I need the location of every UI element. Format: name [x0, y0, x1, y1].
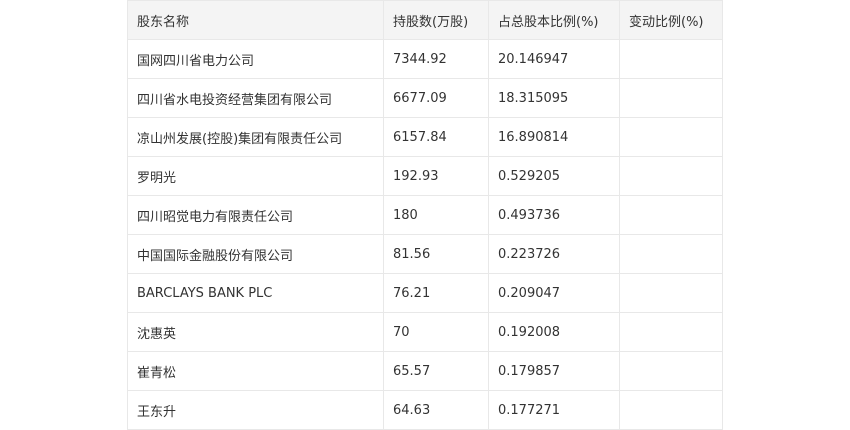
shareholder-table-container: 股东名称 持股数(万股) 占总股本比例(%) 变动比例(%) 国网四川省电力公司… — [127, 0, 723, 430]
cell-change-ratio — [619, 195, 723, 235]
cell-shareholder-name: BARCLAYS BANK PLC — [127, 273, 384, 313]
cell-shareholder-name: 四川省水电投资经营集团有限公司 — [127, 78, 384, 118]
cell-shares-held: 7344.92 — [383, 39, 489, 79]
cell-shares-held: 6677.09 — [383, 78, 489, 118]
header-shareholder-name: 股东名称 — [127, 0, 384, 40]
table-row: 国网四川省电力公司 7344.92 20.146947 — [127, 39, 723, 79]
cell-share-ratio: 0.223726 — [488, 234, 620, 274]
header-change-ratio: 变动比例(%) — [619, 0, 723, 40]
cell-shares-held: 70 — [383, 312, 489, 352]
cell-shareholder-name: 中国国际金融股份有限公司 — [127, 234, 384, 274]
cell-share-ratio: 18.315095 — [488, 78, 620, 118]
cell-share-ratio: 20.146947 — [488, 39, 620, 79]
table-row: 凉山州发展(控股)集团有限责任公司 6157.84 16.890814 — [127, 117, 723, 157]
table-row: 沈惠英 70 0.192008 — [127, 312, 723, 352]
shareholder-table: 股东名称 持股数(万股) 占总股本比例(%) 变动比例(%) 国网四川省电力公司… — [127, 0, 723, 430]
header-shares-held: 持股数(万股) — [383, 0, 489, 40]
cell-shareholder-name: 国网四川省电力公司 — [127, 39, 384, 79]
cell-change-ratio — [619, 78, 723, 118]
header-row: 股东名称 持股数(万股) 占总股本比例(%) 变动比例(%) — [127, 0, 723, 40]
cell-share-ratio: 0.493736 — [488, 195, 620, 235]
cell-shares-held: 81.56 — [383, 234, 489, 274]
cell-shares-held: 64.63 — [383, 390, 489, 430]
cell-shareholder-name: 王东升 — [127, 390, 384, 430]
table-row: 罗明光 192.93 0.529205 — [127, 156, 723, 196]
cell-change-ratio — [619, 273, 723, 313]
cell-shares-held: 76.21 — [383, 273, 489, 313]
cell-shares-held: 180 — [383, 195, 489, 235]
header-share-ratio: 占总股本比例(%) — [488, 0, 620, 40]
cell-change-ratio — [619, 390, 723, 430]
cell-shareholder-name: 罗明光 — [127, 156, 384, 196]
cell-change-ratio — [619, 234, 723, 274]
table-row: 四川昭觉电力有限责任公司 180 0.493736 — [127, 195, 723, 235]
cell-change-ratio — [619, 117, 723, 157]
cell-change-ratio — [619, 156, 723, 196]
table-row: 崔青松 65.57 0.179857 — [127, 351, 723, 391]
cell-change-ratio — [619, 39, 723, 79]
table-header: 股东名称 持股数(万股) 占总股本比例(%) 变动比例(%) — [127, 0, 723, 40]
cell-share-ratio: 0.529205 — [488, 156, 620, 196]
cell-shares-held: 65.57 — [383, 351, 489, 391]
cell-change-ratio — [619, 312, 723, 352]
cell-change-ratio — [619, 351, 723, 391]
table-row: 王东升 64.63 0.177271 — [127, 390, 723, 430]
cell-shares-held: 6157.84 — [383, 117, 489, 157]
cell-share-ratio: 0.192008 — [488, 312, 620, 352]
cell-share-ratio: 0.179857 — [488, 351, 620, 391]
table-row: 中国国际金融股份有限公司 81.56 0.223726 — [127, 234, 723, 274]
cell-shareholder-name: 崔青松 — [127, 351, 384, 391]
cell-shares-held: 192.93 — [383, 156, 489, 196]
cell-shareholder-name: 四川昭觉电力有限责任公司 — [127, 195, 384, 235]
table-body: 国网四川省电力公司 7344.92 20.146947 四川省水电投资经营集团有… — [127, 39, 723, 430]
cell-share-ratio: 0.177271 — [488, 390, 620, 430]
cell-share-ratio: 0.209047 — [488, 273, 620, 313]
table-row: 四川省水电投资经营集团有限公司 6677.09 18.315095 — [127, 78, 723, 118]
cell-share-ratio: 16.890814 — [488, 117, 620, 157]
cell-shareholder-name: 凉山州发展(控股)集团有限责任公司 — [127, 117, 384, 157]
table-row: BARCLAYS BANK PLC 76.21 0.209047 — [127, 273, 723, 313]
cell-shareholder-name: 沈惠英 — [127, 312, 384, 352]
